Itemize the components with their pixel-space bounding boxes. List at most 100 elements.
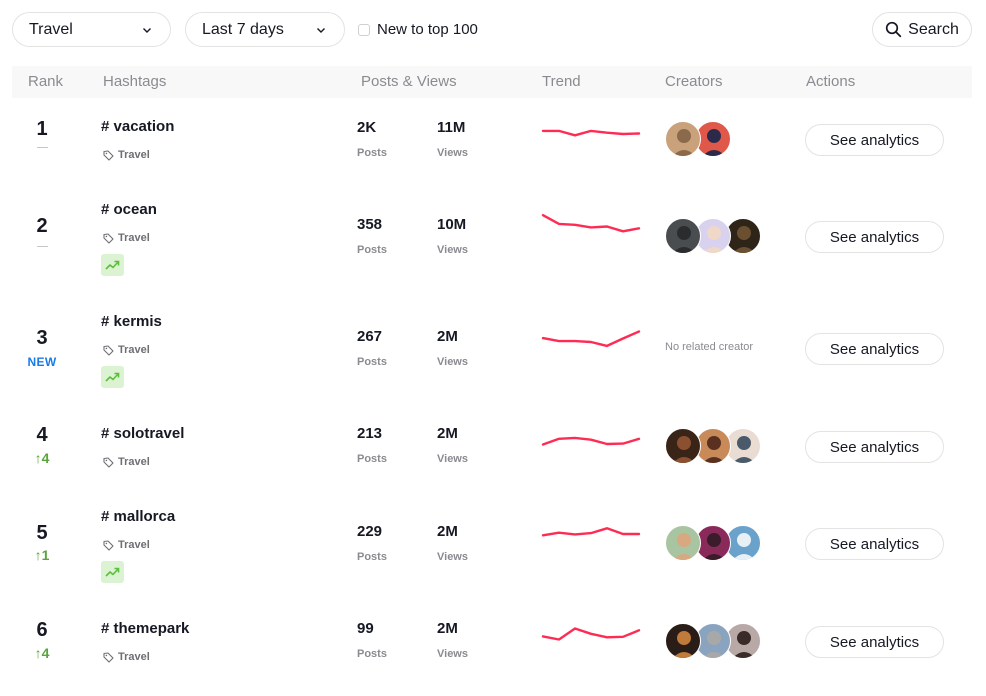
new-to-top-filter[interactable]: New to top 100 xyxy=(358,12,478,47)
posts-label: Posts xyxy=(357,356,387,368)
posts-label: Posts xyxy=(357,648,387,660)
tag-icon xyxy=(103,232,114,244)
see-analytics-button[interactable]: See analytics xyxy=(805,333,944,365)
trend-line xyxy=(541,214,641,233)
creator-avatar-1[interactable] xyxy=(665,525,701,561)
rank-number: 3 xyxy=(36,327,48,349)
filter-toolbar: Travel Last 7 days New to top 100 Search xyxy=(12,12,972,47)
chevron-down-icon xyxy=(317,28,325,33)
new-to-top-label: New to top 100 xyxy=(377,21,478,38)
posts-count: 358 xyxy=(357,216,383,233)
rank-number: 6 xyxy=(36,619,48,641)
hashtag-category: Travel xyxy=(103,149,150,161)
period-select[interactable]: Last 7 days xyxy=(185,12,345,47)
hashtag-category: Travel xyxy=(103,344,150,356)
see-analytics-button[interactable]: See analytics xyxy=(805,221,944,253)
creator-avatar-1[interactable] xyxy=(665,121,701,157)
column-rank: Rank xyxy=(28,73,64,90)
views-count: 10M xyxy=(437,216,467,233)
new-to-top-checkbox[interactable] xyxy=(358,23,370,36)
tag-icon xyxy=(103,539,114,551)
creator-portrait-icon xyxy=(732,436,756,463)
category-label: Travel xyxy=(118,232,150,244)
creator-portrait-icon xyxy=(672,129,696,156)
posts-label: Posts xyxy=(357,551,387,563)
search-icon xyxy=(885,21,902,38)
hashtag-name[interactable]: # kermis xyxy=(101,313,162,330)
period-select-value: Last 7 days xyxy=(202,20,284,38)
creator-avatar-1[interactable] xyxy=(665,623,701,659)
chevron-down-icon xyxy=(143,28,151,33)
see-analytics-label: See analytics xyxy=(829,535,920,553)
views-label: Views xyxy=(437,648,468,660)
trend-line xyxy=(541,129,641,137)
creator-avatar-1[interactable] xyxy=(665,428,701,464)
views-count: 11M xyxy=(437,119,466,136)
hashtag-name[interactable]: # mallorca xyxy=(101,508,175,525)
search-button[interactable]: Search xyxy=(872,12,972,47)
creator-portrait-icon xyxy=(702,129,726,156)
views-count: 2M xyxy=(437,425,458,442)
hashtag-name[interactable]: # vacation xyxy=(101,118,174,135)
creator-avatars xyxy=(665,525,761,563)
rank-change: ↑1 xyxy=(34,547,50,563)
see-analytics-button[interactable]: See analytics xyxy=(805,528,944,560)
rank-number: 4 xyxy=(36,424,48,446)
industry-select-value: Travel xyxy=(29,20,73,38)
category-label: Travel xyxy=(118,651,150,663)
see-analytics-button[interactable]: See analytics xyxy=(805,626,944,658)
trend-line xyxy=(541,330,641,348)
posts-label: Posts xyxy=(357,147,387,159)
column-creators: Creators xyxy=(665,73,723,90)
creator-portrait-icon xyxy=(702,226,726,253)
creator-avatars xyxy=(665,218,761,256)
views-label: Views xyxy=(437,356,468,368)
creator-avatar-1[interactable] xyxy=(665,218,701,254)
tag-icon xyxy=(103,344,114,356)
creator-portrait-icon xyxy=(702,533,726,560)
trend-sparkline xyxy=(541,627,641,641)
views-label: Views xyxy=(437,453,468,465)
column-posts-views: Posts & Views xyxy=(361,73,457,90)
creator-portrait-icon xyxy=(672,436,696,463)
creator-portrait-icon xyxy=(732,533,756,560)
posts-count: 229 xyxy=(357,523,383,540)
trending-badge xyxy=(101,254,124,276)
trend-sparkline xyxy=(541,436,641,446)
see-analytics-button[interactable]: See analytics xyxy=(805,431,944,463)
views-count: 2M xyxy=(437,620,458,637)
category-label: Travel xyxy=(118,539,150,551)
rank-number: 2 xyxy=(36,215,48,237)
trend-line xyxy=(541,627,641,641)
views-label: Views xyxy=(437,244,468,256)
hashtag-name[interactable]: # ocean xyxy=(101,201,157,218)
see-analytics-label: See analytics xyxy=(829,131,920,149)
trend-sparkline xyxy=(541,214,641,233)
hashtag-category: Travel xyxy=(103,456,150,468)
see-analytics-button[interactable]: See analytics xyxy=(805,124,944,156)
tag-icon xyxy=(103,149,114,161)
rank-unchanged-indicator xyxy=(12,237,72,253)
posts-count: 213 xyxy=(357,425,383,442)
rank-change: NEW xyxy=(27,355,57,369)
creator-avatars xyxy=(665,428,761,466)
trending-up-icon xyxy=(105,260,120,270)
hashtag-name[interactable]: # solotravel xyxy=(101,425,184,442)
trend-sparkline xyxy=(541,527,641,537)
trend-sparkline xyxy=(541,330,641,348)
hashtag-category: Travel xyxy=(103,651,150,663)
industry-select[interactable]: Travel xyxy=(12,12,171,47)
posts-label: Posts xyxy=(357,453,387,465)
creator-portrait-icon xyxy=(732,631,756,658)
creator-portrait-icon xyxy=(672,631,696,658)
rank-unchanged-indicator xyxy=(12,138,72,154)
trending-badge xyxy=(101,366,124,388)
views-label: Views xyxy=(437,147,468,159)
see-analytics-label: See analytics xyxy=(829,340,920,358)
hashtag-name[interactable]: # themepark xyxy=(101,620,189,637)
creator-portrait-icon xyxy=(702,436,726,463)
creator-portrait-icon xyxy=(702,631,726,658)
views-count: 2M xyxy=(437,523,458,540)
table-header: Rank Hashtags Posts & Views Trend Creato… xyxy=(12,66,972,98)
trending-badge xyxy=(101,561,124,583)
